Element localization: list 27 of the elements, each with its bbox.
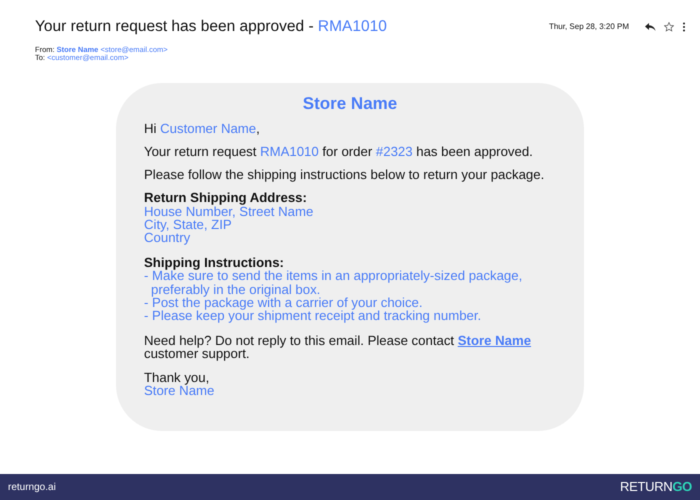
section-heading: Return Shipping Address:	[144, 191, 308, 205]
reply-icon[interactable]	[645, 22, 656, 32]
section-line: Country	[144, 231, 190, 244]
link[interactable]: RMA1010	[260, 144, 319, 160]
link[interactable]: Customer Name	[160, 120, 256, 136]
section-line: House Number, Street Name	[144, 204, 314, 218]
section-heading: Shipping Instructions:	[144, 256, 285, 270]
paragraph: Hi Customer Name,	[144, 122, 261, 136]
link[interactable]: Store Name	[458, 333, 532, 348]
paragraph: Please follow the shipping instructions below to return your package.	[144, 168, 546, 182]
paragraph: Need help? Do not reply to this email. Please contact Store Name customer support.	[144, 334, 532, 361]
star-icon[interactable]	[664, 22, 674, 32]
section-line: - Post the package with a carrier of your choice.	[144, 296, 424, 310]
logo: RETURNGO	[620, 478, 692, 496]
paragraph: Your return request RMA1010 for order #2323 has been approved.	[144, 145, 534, 158]
section-line: City, State, ZIP	[144, 218, 232, 232]
email-date: Thur, Sep 28, 3:20 PM	[548, 21, 629, 34]
section-line: - Make sure to send the items in an appropriately-sized package, preferably in the original box.	[144, 269, 524, 296]
footer-link[interactable]: returngo.ai	[8, 480, 56, 494]
more-icon[interactable]	[682, 22, 686, 32]
link[interactable]: #2323	[376, 144, 413, 160]
store-title: Store Name	[302, 94, 398, 112]
link[interactable]: RMA1010	[318, 18, 387, 35]
closing-text: Thank you,	[144, 370, 210, 384]
email-subject: Your return request has been approved - RMA1010	[35, 18, 387, 37]
section-line: - Please keep your shipment receipt and tracking number.	[144, 309, 482, 322]
signature: Store Name	[144, 384, 216, 398]
